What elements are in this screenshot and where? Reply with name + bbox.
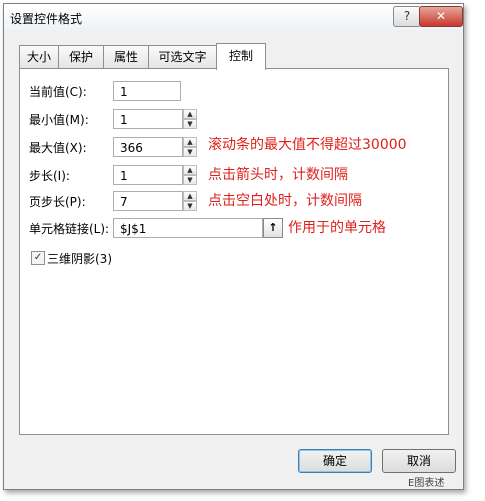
ok-button[interactable]: 确定	[298, 449, 372, 473]
cell-link-field[interactable]: $J$1	[113, 218, 263, 238]
step-field[interactable]: 1	[113, 165, 183, 185]
title-bar: 设置控件格式 ? ✕	[4, 4, 463, 31]
page-step-label: 页步长(P):	[29, 195, 86, 209]
cell-link-label: 单元格链接(L):	[29, 222, 110, 236]
current-value-field[interactable]: 1	[113, 81, 181, 101]
collapse-arrow-icon: ↑	[268, 221, 278, 234]
max-value-label: 最大值(X):	[29, 141, 87, 155]
spin-up-icon[interactable]: ▲	[183, 109, 197, 119]
range-select-button[interactable]: ↑	[263, 218, 283, 238]
help-icon: ?	[403, 9, 411, 23]
dialog-title: 设置控件格式	[10, 12, 83, 26]
close-icon: ✕	[435, 9, 447, 23]
cell-link-note: 作用于的单元格	[288, 220, 386, 236]
tab-alt-text[interactable]: 可选文字	[148, 45, 217, 68]
cancel-button[interactable]: 取消	[382, 449, 456, 473]
shadow-checkbox[interactable]: ✓	[31, 251, 45, 265]
current-value-label: 当前值(C):	[29, 85, 87, 99]
max-value-note: 滚动条的最大值不得超过30000	[208, 137, 407, 153]
min-value-spinner[interactable]: ▲ ▼	[183, 109, 197, 129]
dialog-window: 设置控件格式 ? ✕ 大小 保护 属性 可选文字 控制 当前值(C): 1 最小…	[3, 3, 464, 490]
min-value-field[interactable]: 1	[113, 109, 183, 129]
page-step-spinner[interactable]: ▲ ▼	[183, 191, 197, 211]
spin-up-icon[interactable]: ▲	[183, 137, 197, 147]
tab-properties[interactable]: 属性	[103, 45, 149, 68]
max-value-spinner[interactable]: ▲ ▼	[183, 137, 197, 157]
spin-down-icon[interactable]: ▼	[183, 201, 197, 211]
step-note: 点击箭头时，计数间隔	[208, 167, 348, 183]
spin-down-icon[interactable]: ▼	[183, 119, 197, 129]
max-value-field[interactable]: 366	[113, 137, 183, 157]
close-button[interactable]: ✕	[419, 6, 463, 27]
min-value-label: 最小值(M):	[29, 113, 89, 127]
tab-protection[interactable]: 保护	[58, 45, 104, 68]
spin-down-icon[interactable]: ▼	[183, 175, 197, 185]
page-step-note: 点击空白处时，计数间隔	[208, 193, 362, 209]
tab-control[interactable]: 控制	[216, 43, 266, 70]
control-panel: 当前值(C): 1 最小值(M): 1 ▲ ▼ 最大值(X): 366 ▲ ▼ 滚动…	[19, 68, 449, 435]
step-spinner[interactable]: ▲ ▼	[183, 165, 197, 185]
tab-size[interactable]: 大小	[19, 45, 59, 68]
checkmark-icon: ✓	[33, 252, 43, 263]
spin-up-icon[interactable]: ▲	[183, 165, 197, 175]
spin-up-icon[interactable]: ▲	[183, 191, 197, 201]
shadow-checkbox-label: 三维阴影(3)	[47, 252, 112, 266]
step-label: 步长(I):	[29, 169, 70, 183]
spin-down-icon[interactable]: ▼	[183, 147, 197, 157]
page-step-field[interactable]: 7	[113, 191, 183, 211]
help-button[interactable]: ?	[393, 6, 421, 27]
watermark-text: E图表述	[408, 478, 445, 489]
